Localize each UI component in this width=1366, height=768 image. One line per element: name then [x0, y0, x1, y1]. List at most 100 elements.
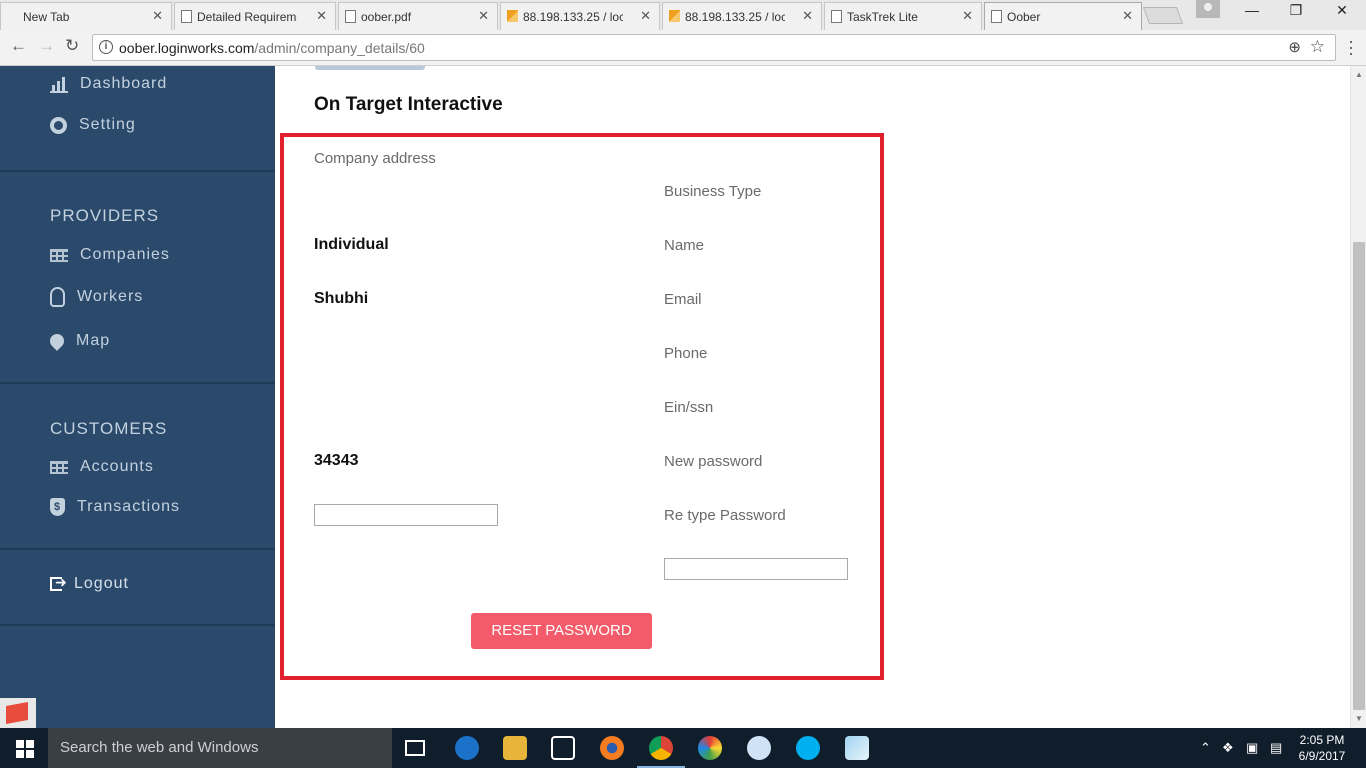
sidebar: Dashboard Setting PROVIDERS Companies Wo… — [0, 66, 275, 728]
bar-chart-icon — [50, 75, 68, 93]
sidebar-divider — [0, 624, 275, 626]
browser-tab[interactable]: 88.198.133.25 / loc ✕ — [662, 2, 822, 30]
back-icon[interactable]: ← — [10, 36, 27, 56]
address-bar[interactable]: i oober.loginworks.com/admin/company_det… — [92, 34, 1336, 61]
taskbar-clock[interactable]: 2:05 PM 6/9/2017 — [1292, 732, 1352, 764]
sidebar-item-workers[interactable]: Workers — [50, 287, 143, 307]
tab-label: 88.198.133.25 / loc — [685, 9, 785, 24]
sidebar-item-label: Dashboard — [80, 75, 168, 92]
thunderbird-icon[interactable] — [747, 736, 771, 760]
browser-tab[interactable]: New Tab ✕ — [0, 2, 172, 30]
sidebar-item-transactions[interactable]: $ Transactions — [50, 498, 180, 516]
dropbox-icon[interactable]: ❖ — [1222, 728, 1234, 768]
network-icon[interactable]: ▣ — [1246, 728, 1258, 768]
tab-label: 88.198.133.25 / loc — [523, 9, 623, 24]
back-button-stub[interactable] — [315, 66, 425, 70]
minimize-icon[interactable]: — — [1232, 2, 1272, 18]
close-icon[interactable]: ✕ — [802, 8, 813, 24]
sidebar-item-label: Companies — [80, 246, 170, 263]
tab-label: oober.pdf — [361, 9, 412, 24]
new-tab-button[interactable] — [1142, 7, 1184, 24]
profile-icon[interactable] — [1196, 0, 1220, 18]
notepad-icon[interactable] — [845, 736, 869, 760]
page-icon — [181, 10, 192, 23]
email-label: Email — [664, 291, 702, 308]
restore-icon[interactable]: ❐ — [1276, 2, 1316, 19]
sidebar-item-logout[interactable]: Logout — [50, 574, 129, 593]
file-explorer-icon[interactable] — [503, 736, 527, 760]
close-icon[interactable]: ✕ — [640, 8, 651, 24]
forward-icon[interactable]: → — [38, 36, 55, 56]
sidebar-divider — [0, 382, 275, 384]
tray-chevron-icon[interactable]: ⌃ — [1200, 728, 1211, 768]
browser-tab[interactable]: oober.pdf ✕ — [338, 2, 498, 30]
ein-ssn-label: Ein/ssn — [664, 399, 714, 416]
tab-label: Oober — [1007, 9, 1041, 24]
task-view-icon[interactable] — [405, 740, 425, 756]
url-host: oober.loginworks.com — [119, 40, 255, 56]
close-icon[interactable]: ✕ — [478, 8, 489, 24]
sidebar-item-map[interactable]: Map — [47, 331, 110, 351]
user-icon — [50, 287, 65, 307]
notification-icon[interactable]: ▤ — [1270, 728, 1282, 768]
windows-taskbar: Search the web and Windows ⌃ ❖ ▣ ▤ 2:05 … — [0, 728, 1366, 768]
company-address-label: Company address — [314, 150, 436, 167]
sidebar-item-accounts[interactable]: Accounts — [50, 458, 154, 476]
app-icon[interactable] — [698, 736, 722, 760]
firefox-icon[interactable] — [600, 736, 624, 760]
sidebar-item-label: Setting — [79, 116, 136, 133]
sidebar-item-label: Accounts — [80, 458, 154, 475]
clock-time: 2:05 PM — [1299, 733, 1345, 747]
app-widget-icon[interactable] — [0, 698, 36, 728]
browser-tab-active[interactable]: Oober ✕ — [984, 2, 1142, 30]
bookmark-star-icon[interactable]: ☆ — [1310, 37, 1325, 57]
sidebar-item-label: Workers — [77, 288, 144, 305]
phpmyadmin-icon — [669, 10, 680, 22]
clock-date: 6/9/2017 — [1298, 749, 1346, 763]
sidebar-item-dashboard[interactable]: Dashboard — [50, 75, 167, 93]
edge-icon[interactable] — [455, 736, 479, 760]
name-label: Name — [664, 237, 705, 254]
taskbar-search-box[interactable]: Search the web and Windows — [48, 728, 392, 768]
close-icon[interactable]: ✕ — [316, 8, 327, 24]
scrollbar-thumb[interactable] — [1353, 242, 1365, 710]
sidebar-item-label: Transactions — [77, 498, 180, 515]
skype-icon[interactable] — [796, 736, 820, 760]
phone-label: Phone — [664, 345, 708, 362]
browser-tab[interactable]: Detailed Requireme ✕ — [174, 2, 336, 30]
sidebar-item-companies[interactable]: Companies — [50, 246, 170, 264]
scroll-up-icon[interactable]: ▲ — [1355, 70, 1363, 79]
info-icon[interactable]: i — [99, 40, 113, 54]
close-icon[interactable]: ✕ — [962, 8, 973, 24]
close-icon[interactable]: ✕ — [152, 8, 163, 24]
page-scrollbar[interactable]: ▲ ▼ — [1350, 66, 1366, 728]
sidebar-heading-customers: CUSTOMERS — [50, 419, 168, 438]
browser-tab[interactable]: 88.198.133.25 / loc ✕ — [500, 2, 660, 30]
ein-ssn-value: 34343 — [314, 452, 359, 469]
business-type-label: Business Type — [664, 183, 762, 200]
retype-password-input[interactable] — [664, 558, 848, 580]
main-content: On Target Interactive Company address Bu… — [275, 66, 1350, 728]
grid-icon — [50, 248, 68, 262]
reset-password-button[interactable]: RESET PASSWORD — [471, 613, 652, 649]
url-text: oober.loginworks.com/admin/company_detai… — [119, 40, 425, 56]
retype-password-label: Re type Password — [664, 507, 786, 524]
company-details-panel: Company address Business Type Individual… — [280, 133, 884, 680]
sidebar-item-setting[interactable]: Setting — [50, 116, 136, 134]
scroll-down-icon[interactable]: ▼ — [1355, 714, 1363, 723]
logout-icon — [50, 574, 68, 591]
sidebar-divider — [0, 170, 275, 172]
browser-menu-icon[interactable]: · · · — [1344, 32, 1358, 62]
close-window-icon[interactable]: ✕ — [1322, 2, 1362, 19]
chrome-icon[interactable] — [637, 736, 685, 768]
page-icon — [831, 10, 842, 23]
new-password-input[interactable] — [314, 504, 498, 526]
page-icon — [991, 10, 1002, 23]
store-icon[interactable] — [551, 736, 575, 760]
reload-icon[interactable]: ↻ — [65, 36, 79, 56]
browser-tab[interactable]: TaskTrek Lite ✕ — [824, 2, 982, 30]
zoom-icon[interactable]: ⊕ — [1288, 38, 1301, 56]
windows-start-icon[interactable] — [0, 728, 48, 768]
tab-label: New Tab — [23, 9, 70, 24]
close-icon[interactable]: ✕ — [1122, 8, 1133, 24]
